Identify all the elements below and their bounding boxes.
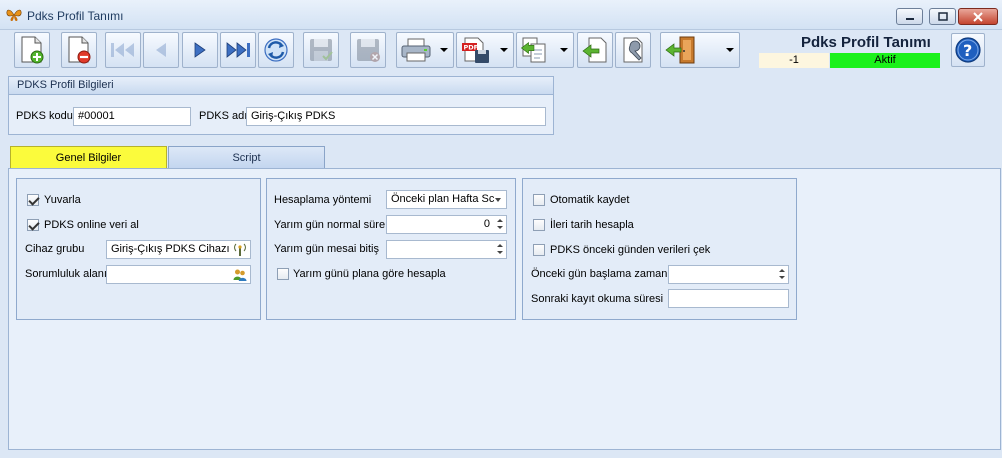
new-record-button[interactable] [14, 32, 50, 68]
import-icon [582, 37, 607, 63]
responsibility-input[interactable] [106, 265, 251, 284]
exit-door-icon [665, 36, 695, 64]
help-button[interactable]: ? [951, 33, 985, 67]
close-button[interactable] [958, 8, 998, 25]
calc-method-label: Hesaplama yöntemi [274, 194, 372, 206]
tab-genel-bilgiler[interactable]: Genel Bilgiler [10, 146, 167, 169]
copy-icon [520, 37, 546, 63]
calculation-panel: Hesaplama yöntemi Önceki plan Hafta Sc Y… [266, 178, 516, 320]
delete-document-icon [68, 36, 91, 64]
cancel-save-button[interactable] [350, 32, 386, 68]
previous-record-icon [156, 43, 166, 57]
close-icon [973, 11, 983, 22]
autosave-label: Otomatik kaydet [550, 194, 630, 206]
spin-icon[interactable] [778, 267, 786, 282]
prev-day-checkbox[interactable] [533, 244, 545, 256]
minimize-icon [905, 17, 914, 20]
round-label: Yuvarla [44, 194, 81, 206]
group-header: PDKS Profil Bilgileri [9, 77, 553, 95]
tools-icon [623, 37, 643, 63]
tools-button[interactable] [615, 32, 651, 68]
pdf-export-icon: PDF [462, 37, 489, 63]
prev-day-label: PDKS önceki günden verileri çek [550, 244, 711, 256]
next-read-input[interactable] [668, 289, 789, 308]
minimize-button[interactable] [896, 8, 923, 25]
next-record-button[interactable] [182, 32, 218, 68]
users-icon[interactable] [233, 268, 247, 282]
auto-panel: Otomatik kaydet İleri tarih hesapla PDKS… [522, 178, 797, 320]
record-number: -1 [759, 53, 829, 68]
device-group-input[interactable]: Giriş-Çıkış PDKS Cihazı [106, 240, 251, 259]
autosave-checkbox[interactable] [533, 194, 545, 206]
previous-record-button[interactable] [143, 32, 179, 68]
half-plan-label: Yarım günü plana göre hesapla [293, 268, 446, 280]
device-group-label: Cihaz grubu [25, 243, 85, 255]
cancel-save-icon [357, 39, 380, 62]
save-button[interactable] [303, 32, 339, 68]
round-checkbox[interactable] [27, 194, 39, 206]
print-button[interactable] [396, 32, 454, 68]
refresh-button[interactable] [258, 32, 294, 68]
pdf-export-button[interactable]: PDF [456, 32, 514, 68]
chevron-down-icon [560, 48, 568, 52]
half-end-label: Yarım gün mesai bitiş [274, 243, 379, 255]
calc-method-value: Önceki plan Hafta Sc [391, 193, 495, 205]
import-button[interactable] [577, 32, 613, 68]
next-record-icon [194, 42, 206, 58]
svg-text:?: ? [963, 41, 972, 60]
window-bottom [0, 451, 1002, 458]
half-plan-checkbox[interactable] [277, 268, 289, 280]
half-end-stepper[interactable] [386, 240, 507, 259]
butterfly-app-icon [6, 9, 22, 21]
save-icon [310, 39, 333, 61]
future-date-checkbox[interactable] [533, 219, 545, 231]
title-bar: Pdks Profil Tanımı [0, 0, 1002, 30]
profile-info-group: PDKS Profil Bilgileri PDKS kodu #00001 P… [8, 76, 554, 135]
calc-method-select[interactable]: Önceki plan Hafta Sc [386, 190, 507, 209]
chevron-down-icon [440, 48, 448, 52]
pdks-code-label: PDKS kodu [16, 110, 73, 122]
maximize-button[interactable] [929, 8, 956, 25]
chevron-down-icon [500, 48, 508, 52]
pdks-name-input[interactable]: Giriş-Çıkış PDKS [246, 107, 546, 126]
pdks-name-label: PDKS adı [199, 110, 248, 122]
help-icon: ? [955, 37, 981, 63]
half-normal-stepper[interactable]: 0 [386, 215, 507, 234]
general-panel: Yuvarla PDKS online veri al Cihaz grubu … [16, 178, 261, 320]
maximize-icon [937, 12, 948, 21]
status-badge: Aktif [830, 53, 940, 68]
tab-script[interactable]: Script [168, 146, 325, 169]
next-read-label: Sonraki kayıt okuma süresi [531, 293, 664, 305]
future-date-label: İleri tarih hesapla [550, 219, 634, 231]
last-record-button[interactable] [220, 32, 256, 68]
window-title: Pdks Profil Tanımı [27, 9, 124, 23]
last-record-icon [226, 42, 250, 58]
chevron-down-icon [726, 48, 734, 52]
delete-record-button[interactable] [61, 32, 97, 68]
exit-button[interactable] [660, 32, 740, 68]
printer-icon [401, 38, 431, 62]
prev-start-stepper[interactable] [668, 265, 789, 284]
first-record-icon [111, 43, 134, 57]
spin-icon[interactable] [496, 217, 504, 232]
new-document-icon [21, 36, 44, 64]
half-normal-value: 0 [483, 218, 490, 230]
prev-start-label: Önceki gün başlama zamanı [531, 268, 671, 280]
spin-icon[interactable] [496, 242, 504, 257]
antenna-icon[interactable] [233, 243, 247, 257]
copy-button[interactable] [516, 32, 574, 68]
half-normal-label: Yarım gün normal süre [274, 219, 386, 231]
pdks-code-input[interactable]: #00001 [73, 107, 191, 126]
first-record-button[interactable] [105, 32, 141, 68]
device-group-value: Giriş-Çıkış PDKS Cihazı [111, 243, 230, 255]
online-data-checkbox[interactable] [27, 219, 39, 231]
responsibility-label: Sorumluluk alanı [25, 268, 107, 280]
chevron-down-icon [495, 198, 501, 202]
online-data-label: PDKS online veri al [44, 219, 139, 231]
refresh-icon [264, 38, 288, 62]
form-title: Pdks Profil Tanımı [801, 34, 931, 51]
